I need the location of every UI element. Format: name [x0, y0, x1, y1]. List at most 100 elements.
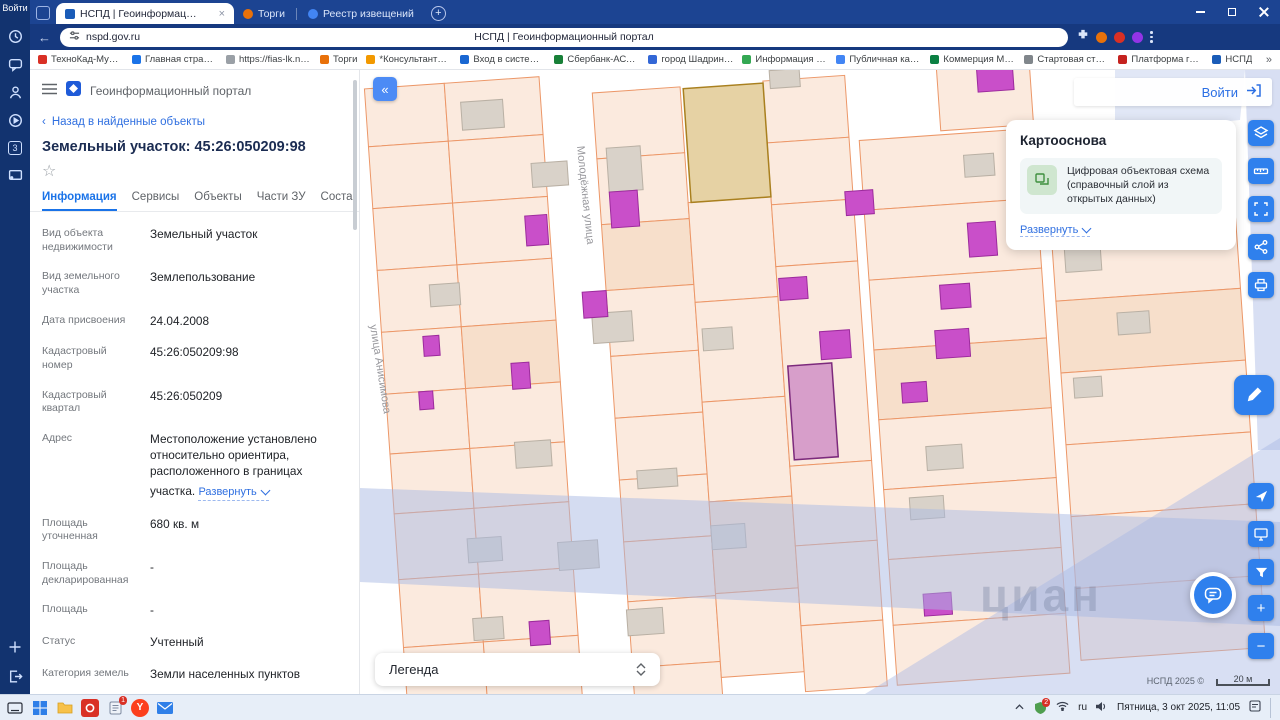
tray-shield-icon[interactable]: 2	[1033, 701, 1047, 715]
tab-grid-icon[interactable]	[36, 6, 50, 20]
bookmark[interactable]: ТехноКад-Муниц…	[38, 54, 123, 65]
zoom-out-button[interactable]: −	[1248, 633, 1274, 659]
favorite-star-icon[interactable]: ☆	[30, 157, 359, 185]
tab-torgi[interactable]: Торги	[234, 3, 294, 24]
bookmarks-overflow-icon[interactable]: »	[1266, 54, 1272, 66]
back-link[interactable]: ‹ Назад в найденные объекты	[30, 107, 359, 130]
collapse-panel-button[interactable]: «	[373, 77, 397, 101]
tab-services[interactable]: Сервисы	[132, 185, 180, 211]
bookmark[interactable]: Главная страниц…	[132, 54, 217, 65]
yandex-browser-icon[interactable]: Y	[131, 699, 149, 717]
omnibox[interactable]: nspd.gov.ru НСПД | Геоинформационный пор…	[60, 28, 1068, 47]
panel-tabs: Информация Сервисы Объекты Части ЗУ Сост…	[30, 185, 359, 212]
mail-icon[interactable]	[156, 699, 174, 717]
add-icon[interactable]	[8, 640, 22, 654]
basemap-layer-row[interactable]: Цифровая объектовая схема (справочный сл…	[1020, 158, 1222, 214]
new-tab-button[interactable]: +	[431, 6, 446, 21]
bookmark[interactable]: Стартовая стран…	[1024, 54, 1109, 65]
bookmark[interactable]: Публичная кадас…	[836, 54, 921, 65]
highlighted-parcel[interactable]	[683, 83, 771, 202]
bookmark[interactable]: НСПД	[1212, 54, 1252, 65]
bookmark[interactable]: https://fias-lk.nal…	[226, 54, 311, 65]
field-row: Категория земельЗемли населенных пунктов	[42, 659, 347, 691]
back-chevron-icon: ‹	[42, 116, 46, 128]
basemap-title: Картооснова	[1020, 133, 1222, 148]
field-row-address: Адрес Местоположение установлено относит…	[42, 424, 347, 509]
show-desktop-button[interactable]	[1270, 698, 1274, 718]
extension-icon[interactable]	[1096, 32, 1107, 43]
locate-button[interactable]	[1248, 483, 1274, 509]
fields-list: Вид объекта недвижимостиЗемельный участо…	[30, 212, 359, 694]
tab-objects[interactable]: Объекты	[194, 185, 241, 211]
notification-icon[interactable]	[1249, 700, 1261, 715]
print-button[interactable]	[1248, 272, 1274, 298]
profile-icon[interactable]	[8, 85, 23, 100]
extent-button[interactable]	[1248, 196, 1274, 222]
field-row: Вид земельного участкаЗемлепользование	[42, 262, 347, 305]
tab-label: Торги	[258, 8, 285, 20]
map-area: Молодёжная улица улица Анисимова циан « …	[360, 70, 1280, 694]
bookmark[interactable]: *КонсультантПл…	[366, 54, 451, 65]
tab-parts[interactable]: Части ЗУ	[257, 185, 306, 211]
start-button[interactable]	[31, 699, 49, 717]
legend-toggle[interactable]: Легенда	[375, 653, 660, 686]
back-arrow-icon[interactable]: ←	[38, 31, 51, 44]
browser-menu-icon[interactable]	[1150, 31, 1153, 43]
chat-icon[interactable]	[8, 57, 23, 72]
field-row: Площадь декларированная-	[42, 552, 347, 595]
support-chat-button[interactable]	[1190, 572, 1236, 618]
language-indicator[interactable]: ru	[1078, 702, 1087, 713]
browser-red-icon[interactable]	[81, 699, 99, 717]
bookmark[interactable]: Коммерция МО…	[930, 54, 1015, 65]
map-login-button[interactable]: Войти	[1074, 78, 1272, 106]
tab-nspd[interactable]: НСПД | Геоинформац… ×	[56, 3, 234, 24]
rail-login-label[interactable]: Войти	[2, 4, 27, 13]
tab-information[interactable]: Информация	[42, 185, 117, 211]
file-explorer-icon[interactable]	[56, 699, 74, 717]
profile-avatar[interactable]	[1132, 32, 1143, 43]
address-expand-link[interactable]: Развернуть	[198, 485, 268, 501]
screen-button[interactable]	[1248, 521, 1274, 547]
play-icon[interactable]	[8, 113, 23, 128]
bookmark[interactable]: Информация о р…	[742, 54, 827, 65]
taskbar-clock[interactable]: Пятница, 3 окт 2025, 11:05	[1117, 702, 1240, 713]
cast-icon[interactable]	[8, 168, 23, 183]
tab-label: Реестр извещений	[323, 8, 414, 20]
history-icon[interactable]	[8, 29, 23, 44]
close-button[interactable]	[1248, 0, 1280, 24]
selected-parcel[interactable]	[788, 363, 838, 460]
speaker-icon[interactable]	[1096, 701, 1108, 715]
bookmark[interactable]: Сбербанк-АСТ - з…	[554, 54, 639, 65]
draw-object-button[interactable]	[1234, 375, 1274, 415]
keyboard-icon[interactable]	[6, 699, 24, 717]
bookmark[interactable]: Платформа госу…	[1118, 54, 1203, 65]
url-text: nspd.gov.ru	[86, 31, 140, 43]
hamburger-icon[interactable]	[42, 82, 57, 100]
bookmark[interactable]: Вход в систему Э…	[460, 54, 545, 65]
notifications-badge[interactable]: 3	[8, 141, 22, 155]
app-badge: 1	[119, 696, 127, 705]
document-app-icon[interactable]: 1	[106, 699, 124, 717]
panel-scrollbar[interactable]	[353, 80, 357, 230]
zoom-in-button[interactable]: +	[1248, 595, 1274, 621]
layers-button[interactable]	[1248, 120, 1274, 146]
extension-icon[interactable]	[1114, 32, 1125, 43]
scale-block: НСПД 2025 © 20 м	[1147, 676, 1270, 686]
close-tab-icon[interactable]: ×	[219, 8, 225, 20]
minimize-button[interactable]	[1184, 0, 1216, 24]
tab-composition[interactable]: Соста	[321, 185, 353, 211]
tray-expand-icon[interactable]	[1015, 702, 1024, 713]
share-button[interactable]	[1248, 234, 1274, 260]
measure-button[interactable]	[1248, 158, 1274, 184]
wifi-icon[interactable]	[1056, 701, 1069, 714]
basemap-expand-link[interactable]: Развернуть	[1020, 224, 1090, 237]
tab-reestr[interactable]: Реестр извещений	[299, 3, 423, 24]
maximize-button[interactable]	[1216, 0, 1248, 24]
filter-button[interactable]	[1248, 559, 1274, 585]
extensions-puzzle-icon[interactable]	[1077, 28, 1089, 46]
page-title: НСПД | Геоинформационный портал	[60, 31, 1068, 43]
exit-icon[interactable]	[8, 669, 23, 684]
field-row: Дата присвоения24.04.2008	[42, 306, 347, 338]
bookmark[interactable]: город Шадринск…	[648, 54, 733, 65]
bookmark[interactable]: Торги	[320, 54, 357, 65]
